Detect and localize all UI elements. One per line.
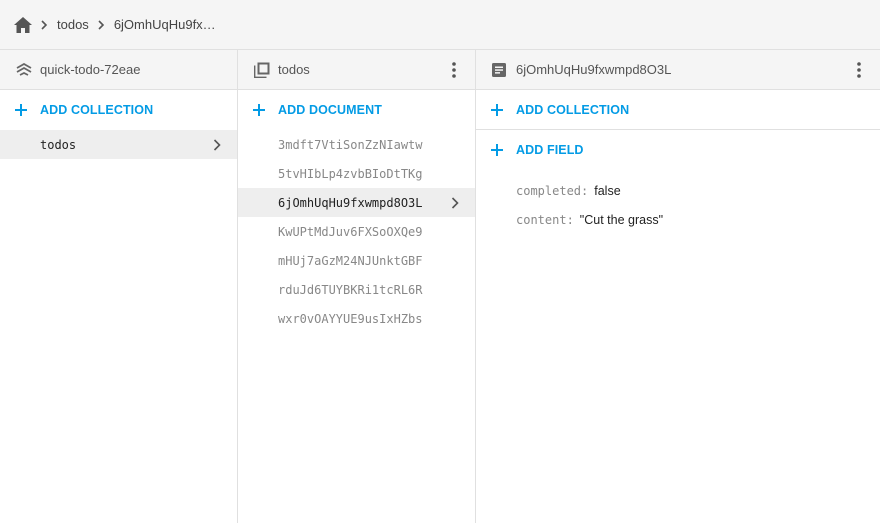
document-id: 5tvHIbLp4zvbBIoDtTKg xyxy=(278,166,423,181)
chevron-right-icon xyxy=(41,19,48,30)
field-value: "Cut the grass" xyxy=(579,212,664,227)
add-field-label: ADD FIELD xyxy=(516,143,584,157)
breadcrumb-item-document[interactable]: 6jOmhUqHu9fx… xyxy=(114,17,216,32)
field-name: completed: xyxy=(516,183,589,198)
project-title: quick-todo-72eae xyxy=(40,62,141,77)
home-icon[interactable] xyxy=(14,16,32,34)
document-title: 6jOmhUqHu9fxwmpd8O3L xyxy=(516,62,672,77)
document-item[interactable]: wxr0vOAYYUE9usIxHZbs xyxy=(238,304,475,333)
field-row-content[interactable]: content: "Cut the grass" xyxy=(476,205,880,234)
field-value: false xyxy=(594,183,621,198)
collection-item-todos[interactable]: todos xyxy=(0,130,237,159)
field-name: content: xyxy=(516,212,574,227)
breadcrumb: todos 6jOmhUqHu9fx… xyxy=(0,0,880,50)
document-item[interactable]: KwUPtMdJuv6FXSoOXQe9 xyxy=(238,217,475,246)
plus-icon xyxy=(14,103,28,117)
document-id: wxr0vOAYYUE9usIxHZbs xyxy=(278,311,423,326)
data-panes: quick-todo-72eae ADD COLLECTION todos to… xyxy=(0,50,880,523)
document-item[interactable]: 3mdft7VtiSonZzNIawtw xyxy=(238,130,475,159)
more-vert-icon[interactable] xyxy=(447,61,461,79)
plus-icon xyxy=(490,103,504,117)
field-list: completed: false content: "Cut the grass… xyxy=(476,170,880,234)
document-id: KwUPtMdJuv6FXSoOXQe9 xyxy=(278,224,423,239)
document-item-selected[interactable]: 6jOmhUqHu9fxwmpd8O3L xyxy=(238,188,475,217)
document-pane: 6jOmhUqHu9fxwmpd8O3L ADD COLLECTION ADD … xyxy=(476,50,880,523)
add-document-button[interactable]: ADD DOCUMENT xyxy=(238,90,475,130)
chevron-right-icon xyxy=(98,19,105,30)
project-pane: quick-todo-72eae ADD COLLECTION todos xyxy=(0,50,238,523)
document-item[interactable]: mHUj7aGzM24NJUnktGBF xyxy=(238,246,475,275)
document-id: rduJd6TUYBKRi1tcRL6R xyxy=(278,282,423,297)
firestore-stack-icon xyxy=(16,62,32,78)
add-subcollection-label: ADD COLLECTION xyxy=(516,102,630,117)
chevron-right-icon xyxy=(213,138,223,151)
document-item[interactable]: rduJd6TUYBKRi1tcRL6R xyxy=(238,275,475,304)
document-pane-header: 6jOmhUqHu9fxwmpd8O3L xyxy=(476,50,880,90)
add-collection-button[interactable]: ADD COLLECTION xyxy=(0,90,237,130)
chevron-right-icon xyxy=(451,196,461,209)
add-field-button[interactable]: ADD FIELD xyxy=(476,130,880,170)
project-pane-header: quick-todo-72eae xyxy=(0,50,237,90)
collection-pane: todos ADD DOCUMENT 3mdft7VtiSonZzNIawtw … xyxy=(238,50,476,523)
plus-icon xyxy=(490,143,504,157)
document-id: mHUj7aGzM24NJUnktGBF xyxy=(278,253,423,268)
collection-icon xyxy=(254,62,270,78)
document-icon xyxy=(492,62,508,78)
field-row-completed[interactable]: completed: false xyxy=(476,176,880,205)
document-id: 6jOmhUqHu9fxwmpd8O3L xyxy=(278,195,423,210)
collection-item-label: todos xyxy=(40,137,77,152)
add-document-label: ADD DOCUMENT xyxy=(278,103,382,117)
breadcrumb-item-collection[interactable]: todos xyxy=(57,17,89,32)
collection-title: todos xyxy=(278,62,310,77)
add-subcollection-button[interactable]: ADD COLLECTION xyxy=(476,90,880,130)
plus-icon xyxy=(252,103,266,117)
more-vert-icon[interactable] xyxy=(852,61,866,79)
document-id: 3mdft7VtiSonZzNIawtw xyxy=(278,137,423,152)
document-item[interactable]: 5tvHIbLp4zvbBIoDtTKg xyxy=(238,159,475,188)
collection-pane-header: todos xyxy=(238,50,475,90)
add-collection-label: ADD COLLECTION xyxy=(40,103,154,117)
